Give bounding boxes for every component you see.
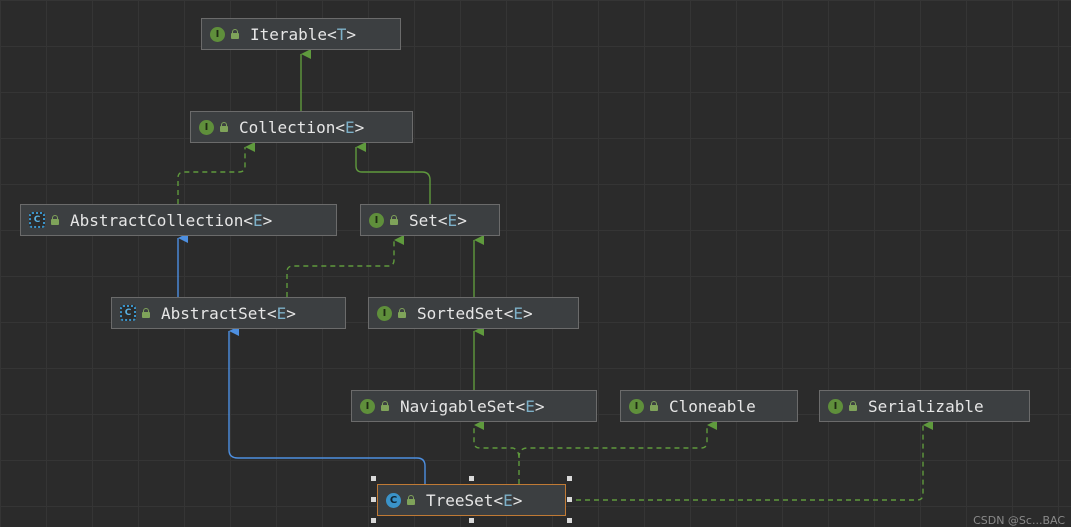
selection-handle[interactable] [371, 497, 376, 502]
diagram-canvas[interactable]: I Iterable<T> I Collection<E> C Abstract… [0, 0, 1071, 527]
edge-abstractcollection-collection [177, 142, 255, 204]
abstract-class-icon: C [29, 212, 45, 228]
selection-handle[interactable] [567, 518, 572, 523]
interface-icon: I [629, 398, 644, 414]
selection-handle[interactable] [371, 476, 376, 481]
edge-set-collection [355, 142, 431, 204]
node-iterable[interactable]: I Iterable<T> [201, 18, 401, 50]
selection-handle[interactable] [469, 518, 474, 523]
node-abstract-collection[interactable]: C AbstractCollection<E> [20, 204, 337, 236]
edge-treeset-cloneable [518, 420, 717, 459]
node-cloneable[interactable]: I Cloneable [620, 390, 798, 422]
interface-icon: I [828, 398, 843, 414]
lock-icon [50, 215, 60, 225]
node-label: NavigableSet<E> [400, 396, 545, 416]
node-label: Cloneable [669, 396, 756, 416]
node-label: AbstractSet<E> [161, 303, 296, 323]
node-collection[interactable]: I Collection<E> [190, 111, 413, 143]
interface-icon: I [369, 212, 384, 228]
lock-icon [848, 401, 858, 411]
watermark: CSDN @Sc...BAC [973, 514, 1065, 527]
node-label: TreeSet<E> [426, 490, 523, 510]
node-tree-set[interactable]: C TreeSet<E> [377, 484, 566, 516]
selection-handle[interactable] [567, 476, 572, 481]
node-navigable-set[interactable]: I NavigableSet<E> [351, 390, 597, 422]
node-label: AbstractCollection<E> [70, 210, 273, 230]
lock-icon [230, 29, 240, 39]
edge-abstractset-set [286, 235, 404, 297]
lock-icon [141, 308, 151, 318]
node-label: Set<E> [409, 210, 467, 230]
node-label: Collection<E> [239, 117, 365, 137]
abstract-class-icon: C [120, 305, 136, 321]
edges-layer [177, 49, 933, 501]
interface-icon: I [377, 305, 392, 321]
lock-icon [389, 215, 399, 225]
node-label: Serializable [868, 396, 984, 416]
node-label: Iterable<T> [250, 24, 356, 44]
selection-handle[interactable] [371, 518, 376, 523]
node-set[interactable]: I Set<E> [360, 204, 500, 236]
lock-icon [649, 401, 659, 411]
node-sorted-set[interactable]: I SortedSet<E> [368, 297, 579, 329]
lock-icon [406, 495, 416, 505]
class-icon: C [386, 492, 401, 508]
lock-icon [397, 308, 407, 318]
lock-icon [219, 122, 229, 132]
node-label: SortedSet<E> [417, 303, 533, 323]
lock-icon [380, 401, 390, 411]
node-abstract-set[interactable]: C AbstractSet<E> [111, 297, 346, 329]
node-serializable[interactable]: I Serializable [819, 390, 1030, 422]
edge-treeset-serializable [567, 420, 933, 501]
interface-icon: I [360, 398, 375, 414]
selection-handle[interactable] [567, 497, 572, 502]
selection-handle[interactable] [469, 476, 474, 481]
interface-icon: I [210, 26, 225, 42]
edge-treeset-navigableset [473, 420, 520, 484]
interface-icon: I [199, 119, 214, 135]
